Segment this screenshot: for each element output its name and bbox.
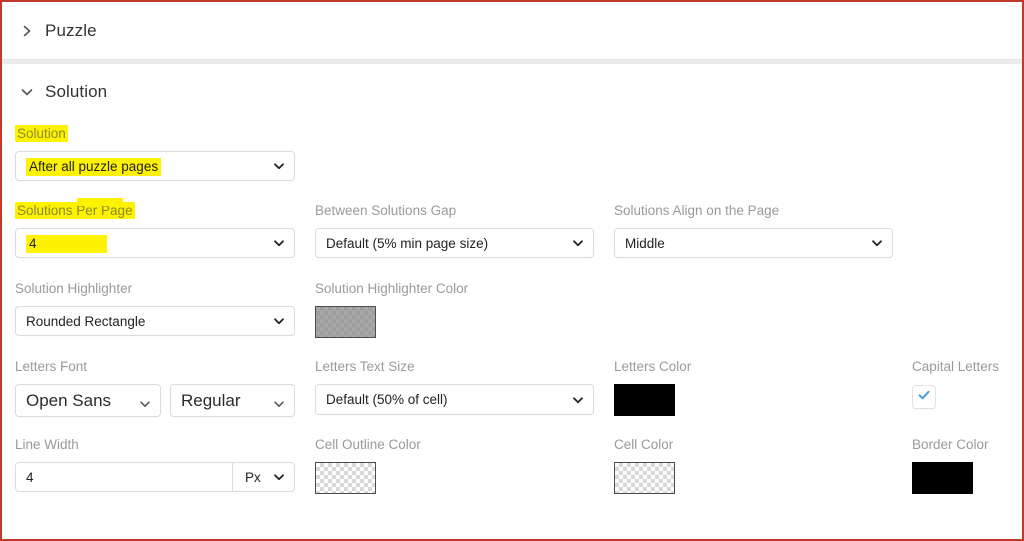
- field-label-border-color: Border Color: [912, 437, 989, 452]
- color-swatch-cell-color[interactable]: [614, 462, 675, 494]
- chevron-down-icon: [139, 395, 151, 407]
- field-label-solution-highlighter-color: Solution Highlighter Color: [315, 281, 469, 296]
- chevron-down-icon: [572, 394, 584, 406]
- select-letters-font-weight[interactable]: Regular: [170, 384, 295, 417]
- chevron-down-icon: [871, 237, 883, 249]
- field-label-capital-letters: Capital Letters: [912, 359, 1000, 374]
- accordion-title-puzzle: Puzzle: [45, 20, 97, 40]
- field-label-solutions-per-page: Solutions Per Page: [15, 202, 135, 219]
- field-letters-color: Letters Color: [614, 358, 814, 416]
- input-line-width[interactable]: [15, 462, 232, 492]
- chevron-down-icon: [273, 395, 285, 407]
- field-solution-highlighter-color: Solution Highlighter Color: [315, 280, 594, 338]
- field-solution-highlighter: Solution Highlighter Rounded Rectangle: [15, 280, 295, 336]
- select-solution[interactable]: After all puzzle pages: [15, 151, 295, 181]
- field-cell-outline-color: Cell Outline Color: [315, 436, 594, 494]
- select-solutions-per-page-value: 4: [26, 234, 107, 253]
- field-letters-text-size: Letters Text Size Default (50% of cell): [315, 358, 594, 415]
- chevron-right-icon: [19, 23, 35, 39]
- select-letters-text-size-value: Default (50% of cell): [326, 392, 448, 407]
- field-label-cell-outline-color: Cell Outline Color: [315, 437, 421, 452]
- field-label-solution-highlighter: Solution Highlighter: [15, 281, 133, 296]
- field-line-width: Line Width Px: [15, 436, 295, 492]
- color-swatch-letters-color[interactable]: [614, 384, 675, 416]
- checkbox-capital-letters[interactable]: [912, 385, 936, 409]
- select-solutions-align-value: Middle: [625, 235, 665, 251]
- select-solution-value: After all puzzle pages: [26, 157, 162, 176]
- select-line-width-unit-value: Px: [245, 469, 261, 485]
- field-label-cell-color: Cell Color: [614, 437, 674, 452]
- select-line-width-unit[interactable]: Px: [232, 462, 295, 492]
- settings-panel: Puzzle Solution Solution After all puzzl…: [0, 0, 1024, 541]
- field-label-line-width: Line Width: [15, 437, 79, 452]
- color-swatch-solution-highlighter[interactable]: [315, 306, 376, 338]
- chevron-down-icon: [19, 84, 35, 100]
- select-letters-text-size[interactable]: Default (50% of cell): [315, 384, 594, 415]
- field-between-solutions-gap: Between Solutions Gap Default (5% min pa…: [315, 202, 594, 258]
- field-label-solution: Solution: [15, 125, 68, 142]
- accordion-title-solution: Solution: [45, 82, 108, 101]
- select-letters-font-family[interactable]: Open Sans: [15, 384, 161, 417]
- field-label-letters-text-size: Letters Text Size: [315, 359, 415, 374]
- field-capital-letters: Capital Letters: [912, 358, 1022, 409]
- select-between-solutions-gap[interactable]: Default (5% min page size): [315, 228, 594, 258]
- field-label-solutions-align: Solutions Align on the Page: [614, 203, 780, 218]
- field-letters-font: Letters Font Open Sans Regular: [15, 358, 295, 417]
- chevron-down-icon: [273, 315, 285, 327]
- field-label-solution-text: Solution: [15, 125, 68, 142]
- checkmark-icon: [917, 388, 931, 407]
- select-letters-font-family-value: Open Sans: [26, 390, 112, 410]
- chevron-down-icon: [273, 160, 285, 172]
- field-label-solutions-per-page-text: Solutions Per Page: [15, 202, 135, 219]
- color-swatch-cell-outline-color[interactable]: [315, 462, 376, 494]
- chevron-down-icon: [273, 471, 285, 483]
- accordion-header-puzzle[interactable]: Puzzle: [2, 2, 1022, 59]
- field-label-letters-font: Letters Font: [15, 359, 88, 374]
- field-solutions-align: Solutions Align on the Page Middle: [614, 202, 893, 258]
- select-solution-highlighter[interactable]: Rounded Rectangle: [15, 306, 295, 336]
- chevron-down-icon: [572, 237, 584, 249]
- select-solutions-align[interactable]: Middle: [614, 228, 893, 258]
- field-solutions-per-page: Solutions Per Page 4: [15, 202, 295, 258]
- chevron-down-icon: [273, 237, 285, 249]
- field-solution: Solution After all puzzle pages: [15, 125, 295, 181]
- field-cell-color: Cell Color: [614, 436, 814, 494]
- field-label-letters-color: Letters Color: [614, 359, 692, 374]
- select-letters-font-weight-value: Regular: [181, 390, 241, 410]
- field-border-color: Border Color: [912, 436, 1022, 494]
- select-solution-highlighter-value: Rounded Rectangle: [26, 313, 146, 329]
- accordion-header-solution[interactable]: Solution: [2, 64, 1022, 120]
- select-between-solutions-gap-value: Default (5% min page size): [326, 235, 489, 251]
- solution-settings-form: Solution After all puzzle pages Solution…: [2, 120, 1022, 539]
- color-swatch-border-color[interactable]: [912, 462, 973, 494]
- select-solutions-per-page[interactable]: 4: [15, 228, 295, 258]
- field-label-between-solutions-gap: Between Solutions Gap: [315, 203, 457, 218]
